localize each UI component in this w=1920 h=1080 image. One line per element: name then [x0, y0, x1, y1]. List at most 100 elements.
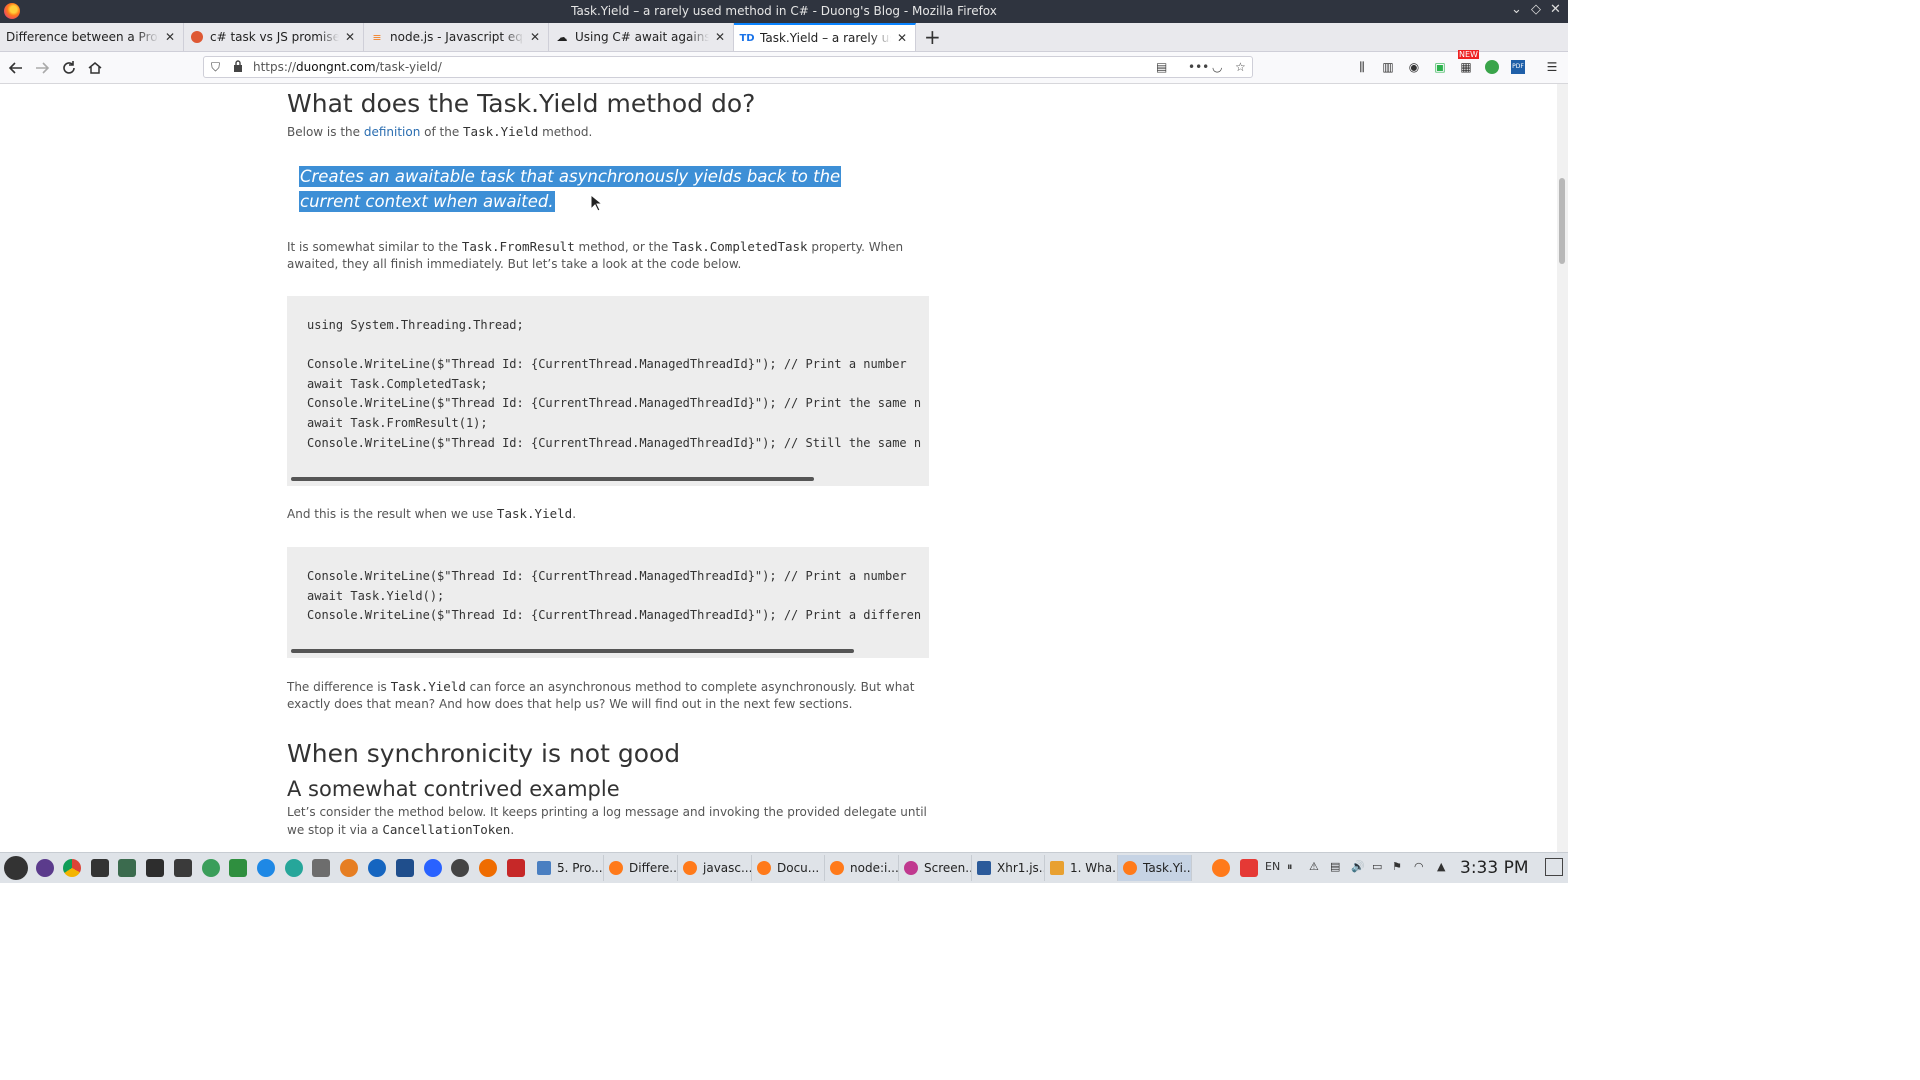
network-app-icon[interactable] — [257, 859, 275, 877]
taskbar-window-3[interactable]: Docu... — [752, 855, 825, 881]
shield-icon[interactable]: ⛉ — [211, 60, 220, 75]
reader-view-icon[interactable]: ▤ — [1156, 60, 1167, 74]
scrollbar-thumb[interactable] — [1559, 178, 1565, 264]
green-extension-icon[interactable] — [1484, 59, 1500, 75]
close-tab-icon[interactable]: ✕ — [713, 30, 727, 44]
hazard-icon[interactable]: ⚠ — [1309, 860, 1319, 873]
face-app-icon[interactable] — [340, 859, 358, 877]
green-app-icon[interactable] — [202, 859, 220, 877]
taskbar-window-1[interactable]: Differe... — [604, 855, 678, 881]
bookmark-star-icon[interactable]: ☆ — [1235, 60, 1246, 74]
tab-duckduckgo[interactable]: c# task vs JS promise at Du ✕ — [184, 23, 364, 51]
hamburger-menu-icon[interactable]: ☰ — [1544, 59, 1560, 75]
show-desktop-icon[interactable] — [1545, 858, 1563, 876]
blender-icon[interactable] — [479, 859, 497, 877]
mouse-cursor-icon — [590, 194, 602, 212]
paragraph-consider-method: Let’s consider the method below. It keep… — [287, 805, 927, 837]
taskbar-window-5[interactable]: Screen... — [899, 855, 972, 881]
td-icon: TD — [739, 32, 755, 44]
anydesk-tray-icon[interactable] — [1240, 859, 1258, 877]
close-tab-icon[interactable]: ✕ — [528, 30, 542, 44]
tray-expand-icon[interactable]: ▲ — [1437, 860, 1445, 873]
app-menu-icon[interactable] — [4, 856, 28, 880]
tab-label: Difference between a Promise — [6, 30, 159, 44]
lock-icon[interactable] — [233, 60, 243, 75]
tab-task-yield[interactable]: TD Task.Yield – a rarely used m ✕ — [734, 23, 916, 51]
clipboard-icon[interactable]: ▤ — [1330, 860, 1340, 873]
firefox-tray-icon[interactable] — [1212, 859, 1230, 877]
code-block-task-yield[interactable]: Console.WriteLine($"Thread Id: {CurrentT… — [287, 547, 929, 658]
tab-promise-difference[interactable]: Difference between a Promise ✕ — [0, 23, 184, 51]
close-tab-icon[interactable]: ✕ — [343, 30, 357, 44]
pocket-icon[interactable]: ◡ — [1212, 60, 1222, 74]
spreadsheet-icon[interactable] — [229, 859, 247, 877]
url-bar[interactable]: ⛉ https://duongnt.com/task-yield/ ▤ ••• … — [203, 56, 1253, 78]
terminal-icon[interactable] — [91, 859, 109, 877]
pdf-extension-icon[interactable]: PDF — [1510, 59, 1526, 75]
code-block-completed-task[interactable]: using System.Threading.Thread; Console.W… — [287, 296, 929, 486]
blue-app-icon[interactable] — [368, 859, 386, 877]
extension-new-icon[interactable]: NEW ▦ — [1458, 50, 1479, 75]
forward-icon[interactable] — [32, 58, 52, 78]
paragraph-task-yield-result: And this is the result when we use Task.… — [287, 506, 577, 521]
page-actions-icon[interactable]: ••• — [1188, 60, 1209, 74]
globe-app-icon[interactable] — [285, 859, 303, 877]
monitor-icon[interactable] — [146, 859, 164, 877]
chrome-icon[interactable] — [63, 859, 81, 877]
window-titlebar: Task.Yield – a rarely used method in C# … — [0, 0, 1568, 23]
heading-what-does-task-yield-do: What does the Task.Yield method do? — [287, 89, 756, 118]
close-tab-icon[interactable]: ✕ — [163, 30, 177, 44]
duckduckgo-icon — [190, 30, 204, 44]
firefox-icon — [757, 861, 771, 875]
taskbar-window-6[interactable]: Xhr1.js... — [972, 855, 1045, 881]
battery-icon[interactable]: ▭ — [1372, 860, 1382, 873]
page-scrollbar[interactable] — [1557, 84, 1568, 852]
tab-using-csharp-await[interactable]: ☁ Using C# await against JS ✕ — [549, 23, 734, 51]
sidebar-icon[interactable]: ▥ — [1380, 59, 1396, 75]
wifi-icon[interactable]: ◠ — [1414, 860, 1424, 873]
image-viewer-icon[interactable] — [118, 859, 136, 877]
tab-label: Using C# await against JS — [575, 30, 709, 44]
chat-app-icon[interactable] — [424, 859, 442, 877]
close-tab-icon[interactable]: ✕ — [895, 31, 909, 45]
minimize-icon[interactable]: ⌄ — [1511, 2, 1522, 17]
vscode-icon — [977, 861, 991, 875]
tool-app-icon[interactable] — [312, 859, 330, 877]
reload-icon[interactable] — [59, 58, 79, 78]
code-text: using System.Threading.Thread; Console.W… — [307, 318, 922, 450]
screenshot-icon — [904, 861, 918, 875]
clock[interactable]: 3:33 PM — [1460, 858, 1529, 878]
firefox-icon — [830, 861, 844, 875]
headphones-icon[interactable] — [451, 859, 469, 877]
editor-app-icon[interactable] — [396, 859, 414, 877]
paragraph-difference: The difference is Task.Yield can force a… — [287, 679, 915, 711]
pause-icon[interactable]: ⏸ — [1287, 860, 1293, 874]
stackoverflow-icon: ≡ — [372, 30, 382, 44]
code-scrollbar[interactable] — [291, 649, 854, 653]
back-icon[interactable] — [6, 58, 26, 78]
save-extension-icon[interactable]: ▣ — [1432, 59, 1448, 75]
taskbar-window-4[interactable]: node:i... — [825, 855, 899, 881]
taskbar-window-0[interactable]: 5. Pro... — [532, 855, 604, 881]
language-indicator[interactable]: EN — [1265, 860, 1280, 873]
code-scrollbar[interactable] — [291, 477, 814, 481]
taskbar-window-7[interactable]: 1. Wha... — [1045, 855, 1118, 881]
account-icon[interactable]: ◉ — [1406, 59, 1422, 75]
taskbar-window-8[interactable]: Task.Yi... — [1118, 855, 1192, 881]
url-text[interactable]: https://duongnt.com/task-yield/ — [253, 60, 442, 74]
firefox-icon — [683, 861, 697, 875]
new-tab-button[interactable]: + — [924, 25, 941, 49]
console-icon[interactable] — [174, 859, 192, 877]
close-window-icon[interactable]: ✕ — [1550, 2, 1561, 17]
tab-stackoverflow[interactable]: ≡ node.js - Javascript equiva ✕ — [364, 23, 549, 51]
volume-icon[interactable]: 🔊 — [1351, 860, 1365, 873]
code-text: Console.WriteLine($"Thread Id: {CurrentT… — [307, 569, 922, 623]
home-icon[interactable] — [85, 58, 105, 78]
red-app-icon[interactable] — [507, 859, 525, 877]
launcher-app-icon[interactable] — [36, 859, 54, 877]
taskbar-window-2[interactable]: javasc... — [678, 855, 752, 881]
flag-icon[interactable]: ⚑ — [1392, 860, 1402, 873]
maximize-icon[interactable]: ◇ — [1531, 2, 1541, 17]
definition-link[interactable]: definition — [364, 125, 420, 139]
library-icon[interactable]: ⫼ — [1354, 59, 1370, 75]
